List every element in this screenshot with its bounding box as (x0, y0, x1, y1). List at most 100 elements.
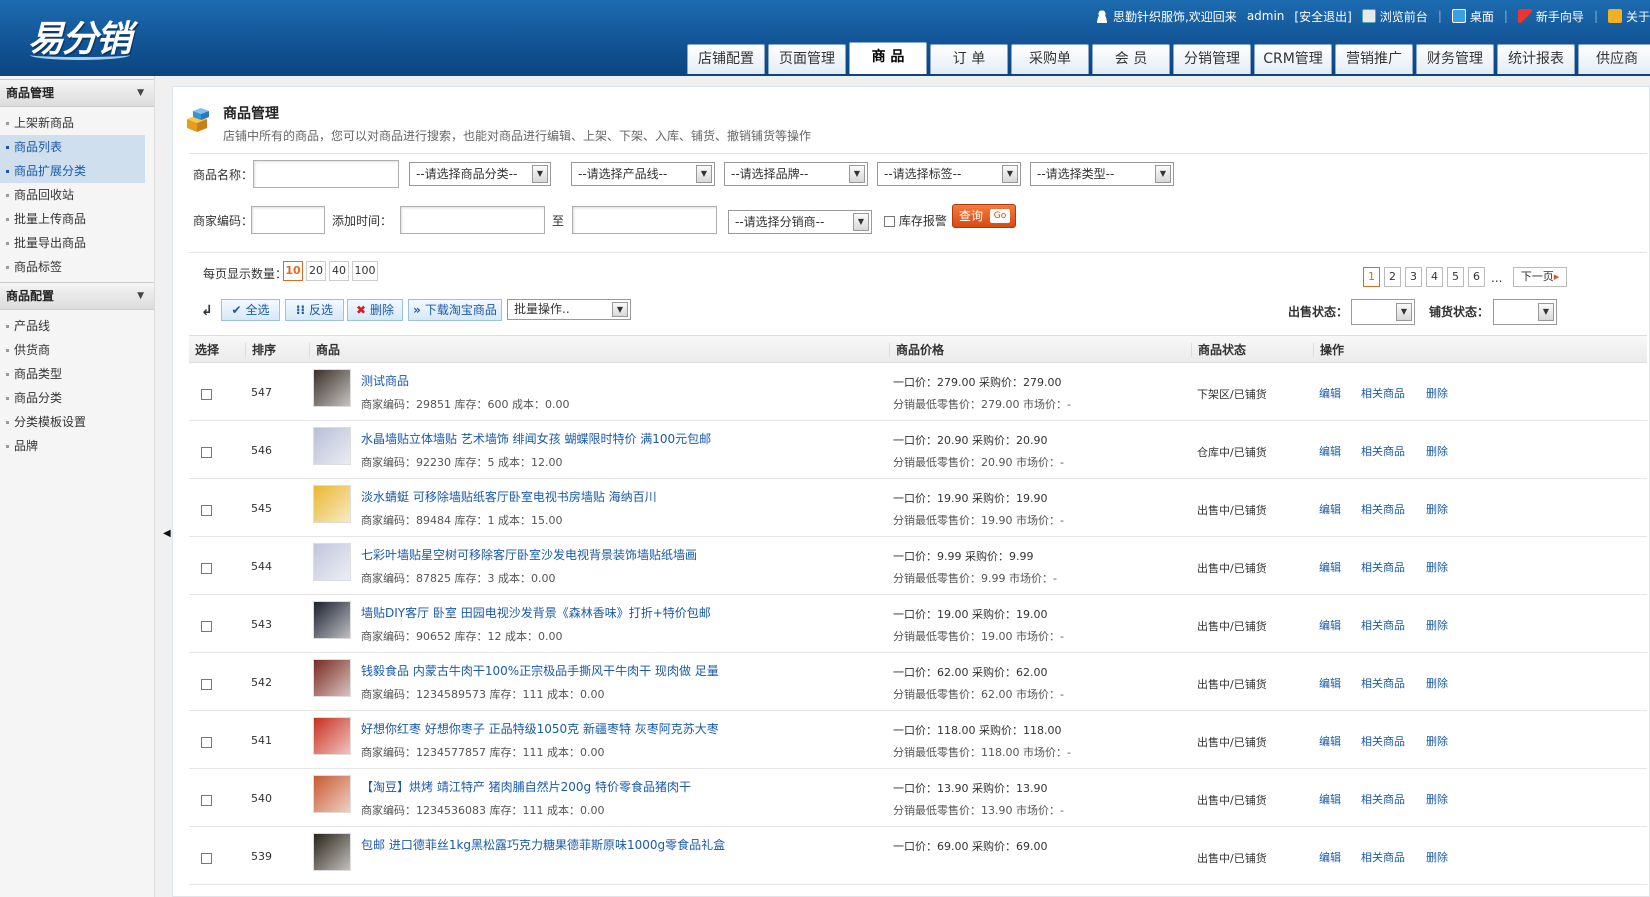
end-date-input[interactable] (572, 206, 717, 234)
edit-link[interactable]: 编辑 (1319, 559, 1341, 575)
delete-button[interactable]: ✖ 删除 (347, 299, 403, 321)
sidebar-item-goods-category[interactable]: 商品分类 (0, 386, 145, 410)
product-thumbnail[interactable] (313, 543, 351, 581)
related-goods-link[interactable]: 相关商品 (1361, 385, 1405, 401)
product-thumbnail[interactable] (313, 833, 351, 871)
select-all-button[interactable]: ✔ 全选 (221, 299, 280, 321)
sale-status-select[interactable]: ▼ (1351, 299, 1415, 325)
stock-alert-checkbox[interactable] (884, 216, 895, 227)
related-goods-link[interactable]: 相关商品 (1361, 559, 1405, 575)
related-goods-link[interactable]: 相关商品 (1361, 733, 1405, 749)
product-name-link[interactable]: 七彩叶墙贴星空树可移除客厅卧室沙发电视背景装饰墙贴纸墙画 (361, 546, 697, 563)
sidebar-item-brand[interactable]: 品牌 (0, 434, 145, 458)
delete-link[interactable]: 删除 (1426, 385, 1448, 401)
stock-alert-option[interactable]: 库存报警 (884, 212, 947, 229)
row-checkbox[interactable] (201, 678, 212, 690)
tab-purchase[interactable]: 采购单 (1011, 44, 1089, 74)
edit-link[interactable]: 编辑 (1319, 675, 1341, 691)
tab-distribution[interactable]: 分销管理 (1173, 44, 1251, 74)
edit-link[interactable]: 编辑 (1319, 617, 1341, 633)
product-name-link[interactable]: 墙贴DIY客厅 卧室 田园电视沙发背景《森林香味》打折+特价包邮 (361, 604, 711, 621)
related-goods-link[interactable]: 相关商品 (1361, 501, 1405, 517)
delete-link[interactable]: 删除 (1426, 675, 1448, 691)
tab-members[interactable]: 会 员 (1092, 44, 1170, 74)
sidebar-item-batch-upload[interactable]: 批量上传商品 (0, 207, 145, 231)
product-name-link[interactable]: 钱毅食品 内蒙古牛肉干100%正宗极品手撕风干牛肉干 现肉做 足量 (361, 662, 719, 679)
tab-reports[interactable]: 统计报表 (1497, 44, 1575, 74)
batch-operation-select[interactable]: 批量操作.. ▼ (507, 299, 631, 320)
delete-link[interactable]: 删除 (1426, 849, 1448, 865)
product-name-link[interactable]: 淡水蜻蜓 可移除墙贴纸客厅卧室电视书房墙贴 海纳百川 (361, 488, 657, 505)
page-6[interactable]: 6 (1468, 267, 1485, 287)
download-taobao-button[interactable]: » 下载淘宝商品 (408, 299, 502, 321)
invert-select-button[interactable]: ⁝⁝ 反选 (285, 299, 344, 321)
edit-link[interactable]: 编辑 (1319, 443, 1341, 459)
tab-goods[interactable]: 商 品 (849, 42, 927, 74)
sidebar-item-add-goods[interactable]: 上架新商品 (0, 111, 145, 135)
product-thumbnail[interactable] (313, 717, 351, 755)
delete-link[interactable]: 删除 (1426, 501, 1448, 517)
sidebar-item-goods-list[interactable]: 商品列表 (0, 135, 145, 159)
delete-link[interactable]: 删除 (1426, 443, 1448, 459)
product-name-link[interactable]: 包邮 进口德菲丝1kg黑松露巧克力糖果德菲斯原味1000g零食品礼盒 (361, 836, 725, 853)
product-name-link[interactable]: 水晶墙贴立体墙贴 艺术墙饰 绯闻女孩 蝴蝶限时特价 满100元包邮 (361, 430, 711, 447)
related-goods-link[interactable]: 相关商品 (1361, 675, 1405, 691)
sidebar-item-ext-category[interactable]: 商品扩展分类 (0, 159, 145, 183)
page-4[interactable]: 4 (1426, 267, 1443, 287)
row-checkbox[interactable] (201, 736, 212, 748)
row-checkbox[interactable] (201, 620, 212, 632)
distributor-select[interactable]: --请选择分销商-- ▼ (728, 210, 872, 234)
product-thumbnail[interactable] (313, 485, 351, 523)
distribution-status-select[interactable]: ▼ (1493, 299, 1557, 325)
tab-page-manage[interactable]: 页面管理 (768, 44, 846, 74)
edit-link[interactable]: 编辑 (1319, 849, 1341, 865)
tab-marketing[interactable]: 营销推广 (1335, 44, 1413, 74)
product-name-link[interactable]: 测试商品 (361, 372, 409, 389)
delete-link[interactable]: 删除 (1426, 617, 1448, 633)
start-date-input[interactable] (400, 206, 545, 234)
product-name-link[interactable]: 好想你红枣 好想你枣子 正品特级1050克 新疆枣特 灰枣阿克苏大枣 (361, 720, 719, 737)
desktop-link[interactable]: 桌面 (1470, 8, 1494, 25)
sidebar-item-category-template[interactable]: 分类模板设置 (0, 410, 145, 434)
sidebar-group-goods[interactable]: 商品管理 ▼ (0, 79, 154, 107)
row-checkbox[interactable] (201, 562, 212, 574)
tab-crm[interactable]: CRM管理 (1254, 44, 1332, 74)
related-goods-link[interactable]: 相关商品 (1361, 791, 1405, 807)
merchant-code-input[interactable] (251, 206, 325, 234)
edit-link[interactable]: 编辑 (1319, 791, 1341, 807)
row-checkbox[interactable] (201, 794, 212, 806)
sidebar-group-config[interactable]: 商品配置 ▼ (0, 282, 154, 310)
search-button[interactable]: 查询 Go (952, 204, 1016, 228)
tab-orders[interactable]: 订 单 (930, 44, 1008, 74)
tag-select[interactable]: --请选择标签-- ▼ (877, 162, 1021, 186)
sidebar-item-goods-type[interactable]: 商品类型 (0, 362, 145, 386)
sidebar-item-batch-export[interactable]: 批量导出商品 (0, 231, 145, 255)
row-checkbox[interactable] (201, 388, 212, 400)
page-size-40[interactable]: 40 (329, 261, 349, 281)
brand-select[interactable]: --请选择品牌-- ▼ (724, 162, 868, 186)
sidebar-item-product-line[interactable]: 产品线 (0, 314, 145, 338)
goods-name-input[interactable] (253, 160, 399, 188)
row-checkbox[interactable] (201, 446, 212, 458)
page-size-10[interactable]: 10 (283, 261, 303, 281)
product-thumbnail[interactable] (313, 427, 351, 465)
row-checkbox[interactable] (201, 852, 212, 864)
logout-link[interactable]: [安全退出] (1294, 8, 1351, 25)
product-thumbnail[interactable] (313, 659, 351, 697)
product-thumbnail[interactable] (313, 775, 351, 813)
edit-link[interactable]: 编辑 (1319, 385, 1341, 401)
delete-link[interactable]: 删除 (1426, 791, 1448, 807)
type-select[interactable]: --请选择类型-- ▼ (1030, 162, 1174, 186)
about-link[interactable]: 关于 (1626, 8, 1650, 25)
tab-store-config[interactable]: 店铺配置 (687, 44, 765, 74)
edit-link[interactable]: 编辑 (1319, 501, 1341, 517)
sidebar-item-recycle[interactable]: 商品回收站 (0, 183, 145, 207)
page-size-20[interactable]: 20 (306, 261, 326, 281)
delete-link[interactable]: 删除 (1426, 733, 1448, 749)
category-select[interactable]: --请选择商品分类-- ▼ (409, 162, 551, 186)
page-5[interactable]: 5 (1447, 267, 1464, 287)
related-goods-link[interactable]: 相关商品 (1361, 849, 1405, 865)
guide-link[interactable]: 新手向导 (1536, 8, 1584, 25)
front-link[interactable]: 浏览前台 (1380, 8, 1428, 25)
product-line-select[interactable]: --请选择产品线-- ▼ (571, 162, 715, 186)
